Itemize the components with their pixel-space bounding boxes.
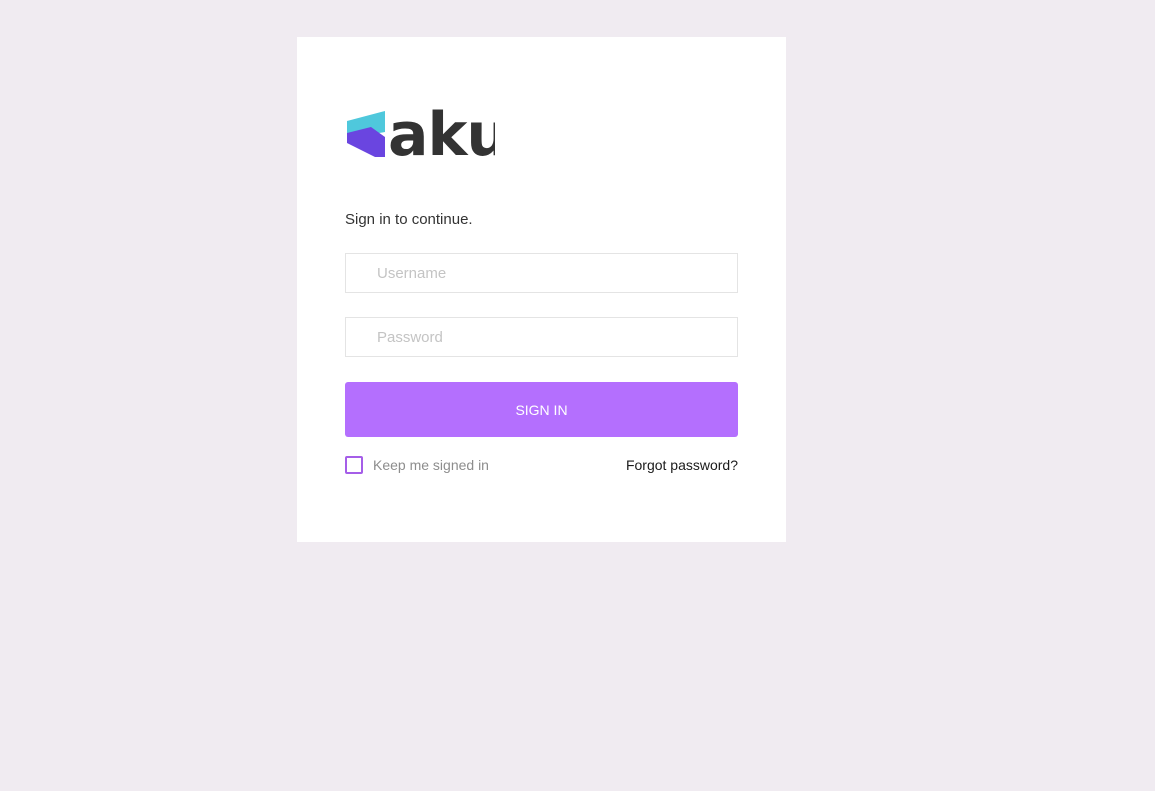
aku-logo-icon: aku (347, 100, 495, 159)
sign-in-button[interactable]: SIGN IN (345, 382, 738, 437)
logo-wordmark: aku (388, 100, 495, 159)
aku-logo: aku (345, 99, 495, 159)
keep-signed-in-label: Keep me signed in (373, 457, 489, 473)
keep-signed-in[interactable]: Keep me signed in (345, 455, 489, 475)
subtitle-text: Sign in to continue. (345, 211, 473, 228)
login-card: aku Sign in to continue. SIGN IN Keep me… (297, 37, 786, 542)
password-field[interactable] (345, 317, 738, 357)
username-field[interactable] (345, 253, 738, 293)
forgot-password-link[interactable]: Forgot password? (626, 457, 738, 473)
keep-signed-in-checkbox[interactable] (345, 456, 363, 474)
